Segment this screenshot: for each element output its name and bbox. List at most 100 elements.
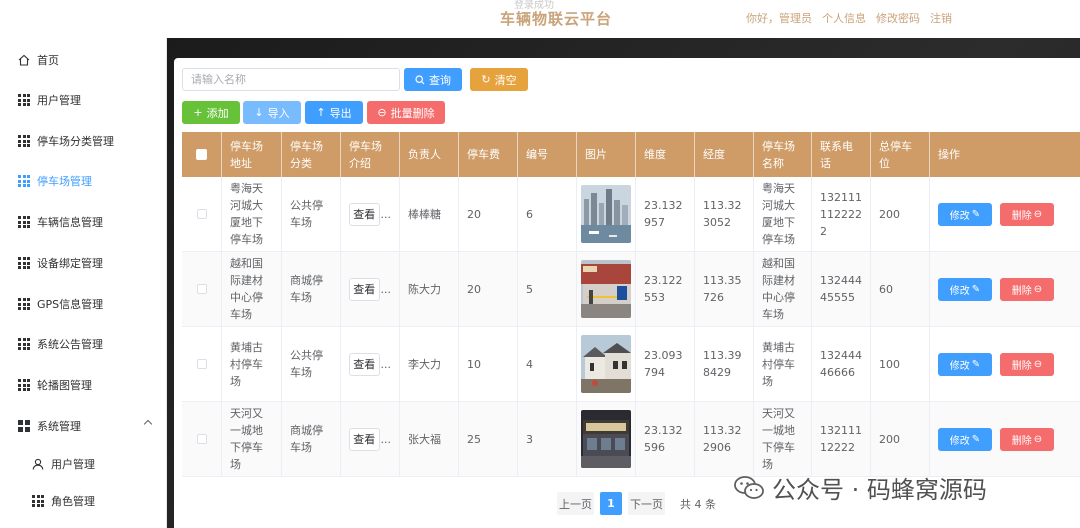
grid-icon (18, 257, 30, 269)
import-button[interactable]: ↓ 导入 (243, 101, 301, 124)
delete-button[interactable]: 删除 ⊖ (1000, 427, 1054, 451)
delete-button[interactable]: 删除 ⊖ (1000, 352, 1054, 376)
view-intro-button[interactable]: 查看 (349, 277, 380, 301)
cell-intro: 查看... (341, 327, 400, 401)
row-select-cell[interactable] (182, 252, 222, 326)
row-select-cell[interactable] (182, 402, 222, 476)
intro-ellipsis: ... (380, 432, 392, 446)
table-body: 粤海天河城大厦地下停车场 公共停车场 查看... 棒棒糖 20 6 23.132957 113… (182, 177, 1080, 477)
cell-phone: 13244445555 (812, 252, 871, 326)
change-password-link[interactable]: 修改密码 (876, 10, 920, 26)
prev-page-button[interactable]: 上一页 (557, 492, 594, 515)
cell-category: 公共停车场 (282, 327, 341, 401)
next-page-button[interactable]: 下一页 (628, 492, 665, 515)
cell-name: 越和国际建材中心停车场 (754, 252, 812, 326)
column-header: 停车场分类 (282, 132, 341, 177)
grid-icon (18, 338, 30, 350)
delete-button[interactable]: 删除 ⊖ (1000, 202, 1054, 226)
table-row: 天河又一城地下停车场 商城停车场 查看... 张大福 25 3 23.132596 113.3… (182, 402, 1080, 477)
cell-number: 3 (518, 402, 577, 476)
plus-icon: + (193, 106, 203, 119)
cell-longitude: 113.323052 (695, 177, 754, 251)
export-button[interactable]: ↑ 导出 (305, 101, 363, 124)
sidebar-item-parking-category[interactable]: 停车场分类管理 (0, 121, 167, 161)
cell-address: 粤海天河城大厦地下停车场 (222, 177, 282, 251)
cell-category: 商城停车场 (282, 252, 341, 326)
row-checkbox[interactable] (196, 284, 207, 294)
cell-image (577, 402, 636, 476)
row-checkbox[interactable] (196, 434, 207, 444)
cell-latitude: 23.093794 (636, 327, 695, 401)
circle-minus-icon: ⊖ (1033, 208, 1043, 220)
row-checkbox[interactable] (196, 359, 207, 369)
circle-minus-icon: ⊖ (1033, 433, 1043, 445)
apps-icon (18, 420, 30, 432)
search-icon (415, 74, 425, 84)
clear-button[interactable]: ↻ 清空 (470, 68, 528, 91)
sidebar-item-gps-info[interactable]: GPS信息管理 (0, 284, 167, 324)
edit-button[interactable]: 修改 ✎ (938, 352, 992, 376)
cell-number: 4 (518, 327, 577, 401)
column-header: 停车费 (459, 132, 518, 177)
search-input[interactable] (182, 68, 400, 91)
select-all-checkbox[interactable] (196, 149, 207, 160)
parking-thumbnail[interactable] (581, 260, 631, 318)
edit-icon: ✎ (971, 433, 981, 445)
sidebar-item-user-management[interactable]: 用户管理 (0, 80, 167, 120)
sidebar-item-label: 系统管理 (37, 420, 81, 433)
batch-delete-button[interactable]: ⊖ 批量删除 (367, 101, 445, 124)
edit-icon: ✎ (971, 208, 981, 220)
header-select-all[interactable] (182, 132, 222, 177)
sidebar: 首页 用户管理 停车场分类管理 停车场管理 车辆信息管理 设备绑定管理 GPS信… (0, 38, 167, 528)
edit-button[interactable]: 修改 ✎ (938, 202, 992, 226)
row-select-cell[interactable] (182, 327, 222, 401)
cell-manager: 陈大力 (400, 252, 459, 326)
page-number-button[interactable]: 1 (600, 492, 622, 515)
row-checkbox[interactable] (196, 209, 207, 219)
sidebar-item-label: GPS信息管理 (37, 298, 104, 311)
sidebar-subitem-user-management[interactable]: 用户管理 (0, 444, 167, 484)
column-header: 总停车位 (871, 132, 930, 177)
parking-thumbnail[interactable] (581, 185, 631, 243)
grid-icon (18, 175, 30, 187)
cell-phone: 13244446666 (812, 327, 871, 401)
row-select-cell[interactable] (182, 177, 222, 251)
edit-label: 修改 (949, 435, 970, 447)
sidebar-item-home[interactable]: 首页 (0, 40, 167, 80)
sidebar-item-label: 设备绑定管理 (37, 257, 103, 270)
logout-link[interactable]: 注销 (930, 10, 952, 26)
sidebar-item-label: 停车场管理 (37, 175, 92, 188)
cell-actions: 修改 ✎ 删除 ⊖ (930, 252, 1080, 326)
parking-thumbnail[interactable] (581, 410, 631, 468)
add-button[interactable]: + 添加 (182, 101, 240, 124)
edit-button[interactable]: 修改 ✎ (938, 277, 992, 301)
column-header: 停车场介绍 (341, 132, 400, 177)
query-label: 查询 (429, 73, 451, 87)
grid-icon (18, 379, 30, 391)
cell-image (577, 252, 636, 326)
sidebar-item-parking-management[interactable]: 停车场管理 (0, 161, 167, 201)
query-button[interactable]: 查询 (404, 68, 462, 91)
view-intro-button[interactable]: 查看 (349, 352, 380, 376)
column-header: 操作 (938, 148, 960, 161)
header-links: 你好，管理员 个人信息 修改密码 注销 (746, 10, 952, 26)
cell-address: 天河又一城地下停车场 (222, 402, 282, 476)
sidebar-item-device-binding[interactable]: 设备绑定管理 (0, 243, 167, 283)
intro-ellipsis: ... (380, 357, 392, 371)
grid-icon (18, 94, 30, 106)
user-icon (32, 458, 44, 470)
sidebar-item-announcements[interactable]: 系统公告管理 (0, 324, 167, 364)
view-intro-button[interactable]: 查看 (349, 427, 380, 451)
delete-button[interactable]: 删除 ⊖ (1000, 277, 1054, 301)
edit-button[interactable]: 修改 ✎ (938, 427, 992, 451)
parking-thumbnail[interactable] (581, 335, 631, 393)
column-header: 经度 (695, 132, 754, 177)
sidebar-item-vehicle-info[interactable]: 车辆信息管理 (0, 202, 167, 242)
view-intro-button[interactable]: 查看 (349, 202, 380, 226)
greeting-text: 你好，管理员 (746, 12, 812, 25)
profile-link[interactable]: 个人信息 (822, 10, 866, 26)
sidebar-item-system-management[interactable]: 系统管理 (0, 406, 167, 446)
column-header: 编号 (518, 132, 577, 177)
cell-intro: 查看... (341, 177, 400, 251)
sidebar-item-carousel[interactable]: 轮播图管理 (0, 365, 167, 405)
